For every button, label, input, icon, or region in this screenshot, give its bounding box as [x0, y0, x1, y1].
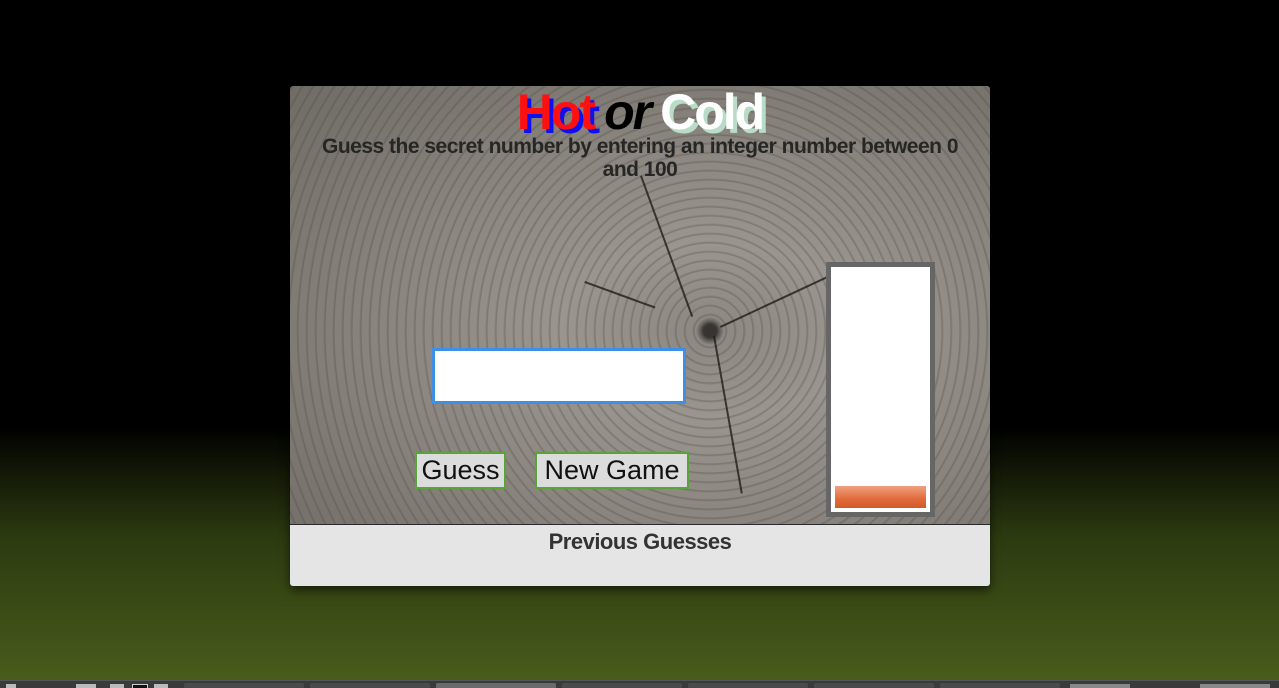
menu-icon[interactable] — [6, 684, 16, 688]
thermometer-track — [831, 267, 930, 512]
new-game-button[interactable]: New Game — [535, 452, 689, 489]
game-board: Hot or Cold Guess the secret number by ent… — [290, 86, 990, 525]
taskbar-window-item[interactable] — [562, 683, 682, 688]
guess-button[interactable]: Guess — [415, 452, 506, 489]
files-icon[interactable] — [110, 684, 124, 688]
game-container: Hot or Cold Guess the secret number by ent… — [290, 86, 990, 586]
instructions-text: Guess the secret number by entering an i… — [321, 135, 959, 181]
folder-icon[interactable] — [154, 684, 168, 688]
wood-crack — [584, 281, 656, 309]
title-cold: Cold — [660, 86, 765, 140]
wood-crack — [640, 175, 694, 317]
show-desktop-icon[interactable] — [76, 684, 96, 688]
title-or: or — [604, 86, 652, 140]
previous-guesses-title: Previous Guesses — [548, 529, 732, 554]
taskbar-window-item[interactable] — [940, 683, 1060, 688]
taskbar — [0, 680, 1279, 688]
taskbar-window-item[interactable] — [184, 683, 304, 688]
guess-input[interactable] — [432, 348, 686, 404]
taskbar-window-item-active[interactable] — [436, 683, 556, 688]
taskbar-window-item[interactable] — [310, 683, 430, 688]
taskbar-window-item[interactable] — [688, 683, 808, 688]
terminal-icon[interactable] — [132, 684, 148, 688]
page-title: Hot or Cold — [290, 86, 990, 138]
tray-icon[interactable] — [1070, 684, 1130, 688]
previous-guesses-panel: Previous Guesses — [290, 525, 990, 586]
thermometer-fill — [835, 485, 926, 508]
wood-crack — [713, 335, 743, 494]
taskbar-window-item[interactable] — [814, 683, 934, 688]
tray-icon[interactable] — [1200, 684, 1270, 688]
thermometer — [826, 262, 935, 517]
title-hot: Hot — [516, 86, 596, 140]
wood-crack — [720, 275, 830, 328]
